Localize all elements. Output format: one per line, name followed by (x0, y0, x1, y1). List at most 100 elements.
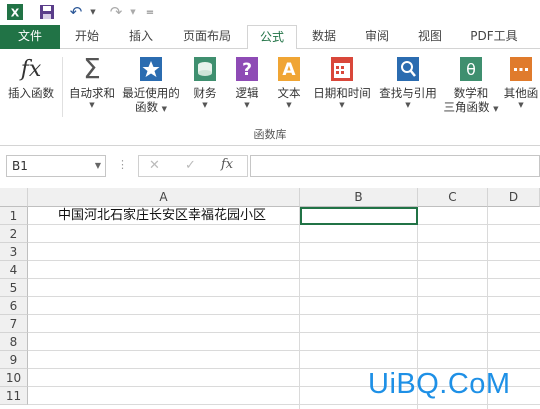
formula-input[interactable] (250, 155, 540, 177)
function-icon: fx (20, 56, 42, 82)
row-header-1[interactable]: 1 (0, 207, 28, 225)
chevron-down-icon: ▼ (244, 101, 250, 109)
cell-a1[interactable]: 中国河北石家庄长安区幸福花园小区 (58, 207, 266, 225)
insert-function-icon[interactable]: fx (221, 157, 233, 172)
tab-review[interactable]: 审阅 (354, 25, 400, 49)
tab-data[interactable]: 数据 (301, 25, 347, 49)
letter-a-icon: A (276, 55, 302, 83)
gridline (28, 278, 540, 279)
lookup-reference-label: 查找与引用 (379, 86, 437, 100)
date-time-label: 日期和时间 (313, 86, 371, 100)
autosum-label: 自动求和 (69, 86, 115, 100)
sigma-icon: Σ (83, 52, 101, 85)
tab-view[interactable]: 视图 (407, 25, 453, 49)
gridline (28, 350, 540, 351)
undo-dropdown-icon[interactable]: ▼ (88, 3, 98, 21)
app-icon-letter: X (11, 7, 20, 20)
chevron-down-icon: ▼ (161, 105, 168, 113)
tab-home[interactable]: 开始 (62, 25, 112, 49)
row-header-10[interactable]: 10 (0, 369, 28, 387)
chevron-down-icon: ▼ (339, 101, 345, 109)
text-button[interactable]: A 文本 ▼ (272, 55, 306, 111)
lookup-reference-button[interactable]: 查找与引用 ▼ (376, 55, 440, 111)
column-header-a[interactable]: A (28, 188, 300, 207)
chevron-down-icon: ▼ (493, 105, 499, 113)
gridline (28, 242, 540, 243)
star-icon (138, 55, 164, 83)
svg-text:A: A (282, 60, 296, 80)
function-library-group-label: 函数库 (253, 128, 287, 141)
chevron-down-icon: ▼ (286, 101, 292, 109)
row-header-2[interactable]: 2 (0, 225, 28, 243)
recently-used-button[interactable]: 最近使用的 函数 ▼ (120, 55, 182, 115)
excel-app-icon[interactable]: X (6, 3, 24, 21)
row-header-7[interactable]: 7 (0, 315, 28, 333)
enter-icon[interactable]: ✓ (185, 158, 196, 173)
ribbon-formulas: fx 插入函数 Σ 自动求和 ▼ 最近使用的 函数 ▼ 财务 ▼ ? 逻辑 ▼ … (0, 49, 540, 146)
insert-function-button[interactable]: fx 插入函数 (3, 55, 59, 101)
row-header-8[interactable]: 8 (0, 333, 28, 351)
autosum-button[interactable]: Σ 自动求和 ▼ (66, 55, 118, 111)
tab-page-layout[interactable]: 页面布局 (172, 25, 242, 49)
row-header-11[interactable]: 11 (0, 387, 28, 405)
tab-formulas[interactable]: 公式 (247, 25, 297, 50)
svg-text:?: ? (242, 60, 252, 80)
tab-pdf-tools[interactable]: PDF工具 (462, 25, 526, 49)
more-functions-label: 其他函 (503, 86, 539, 100)
name-box[interactable]: B1 ▼ (6, 155, 106, 177)
question-icon: ? (234, 55, 260, 83)
insert-function-label: 插入函数 (8, 86, 54, 100)
redo-dropdown-icon[interactable]: ▼ (128, 3, 138, 21)
formula-bar-grip-icon[interactable]: ⋮ (117, 158, 128, 171)
chevron-down-icon: ▼ (518, 101, 524, 109)
coins-icon (192, 55, 218, 83)
column-header-b[interactable]: B (300, 188, 418, 207)
financial-label: 财务 (193, 86, 217, 100)
ribbon-separator (62, 57, 63, 117)
watermark: UiBQ.CoM (368, 368, 511, 400)
ribbon-tabs: 文件 开始 插入 页面布局 公式 数据 审阅 视图 PDF工具 (0, 25, 540, 50)
chevron-down-icon: ▼ (405, 101, 411, 109)
logical-button[interactable]: ? 逻辑 ▼ (230, 55, 264, 111)
recently-used-label-2: 函数 (134, 100, 158, 114)
gridline (28, 260, 540, 261)
active-cell-b1[interactable] (300, 207, 418, 225)
math-trig-label-2: 三角函数 (443, 100, 490, 114)
row-header-6[interactable]: 6 (0, 297, 28, 315)
chevron-down-icon: ▼ (202, 101, 208, 109)
undo-icon[interactable]: ↶ (66, 3, 86, 21)
select-all-corner[interactable] (0, 188, 28, 207)
chevron-down-icon[interactable]: ▼ (95, 156, 101, 176)
text-label: 文本 (277, 86, 301, 100)
gridline (299, 207, 300, 409)
tab-insert[interactable]: 插入 (116, 25, 166, 49)
cancel-icon[interactable]: ✕ (149, 158, 160, 173)
name-box-value: B1 (12, 159, 28, 173)
recently-used-label: 最近使用的 (122, 86, 180, 100)
tab-file[interactable]: 文件 (0, 25, 60, 49)
row-header-9[interactable]: 9 (0, 351, 28, 369)
math-trig-label: 数学和 (453, 86, 489, 100)
row-header-4[interactable]: 4 (0, 261, 28, 279)
row-header-5[interactable]: 5 (0, 279, 28, 297)
svg-text:θ: θ (466, 60, 476, 79)
title-bar: X ↶ ▼ ↷ ▼ = (0, 0, 540, 25)
calendar-icon (329, 55, 355, 83)
logical-label: 逻辑 (235, 86, 259, 100)
column-header-c[interactable]: C (418, 188, 488, 207)
more-functions-button[interactable]: 其他函 ▼ (502, 55, 540, 111)
redo-icon[interactable]: ↷ (106, 3, 126, 21)
more-functions-icon (508, 55, 534, 83)
magnifier-icon (395, 55, 421, 83)
formula-bar: B1 ▼ ⋮ ✕ ✓ fx (0, 146, 540, 188)
customize-qat-icon[interactable]: = (144, 3, 156, 21)
theta-icon: θ (458, 55, 484, 83)
math-trig-button[interactable]: θ 数学和 三角函数 ▼ (443, 55, 499, 115)
chevron-down-icon: ▼ (89, 101, 95, 109)
column-header-d[interactable]: D (488, 188, 540, 207)
financial-button[interactable]: 财务 ▼ (187, 55, 223, 111)
save-icon[interactable] (38, 3, 56, 21)
gridline (28, 332, 540, 333)
row-header-3[interactable]: 3 (0, 243, 28, 261)
date-time-button[interactable]: 日期和时间 ▼ (310, 55, 374, 111)
